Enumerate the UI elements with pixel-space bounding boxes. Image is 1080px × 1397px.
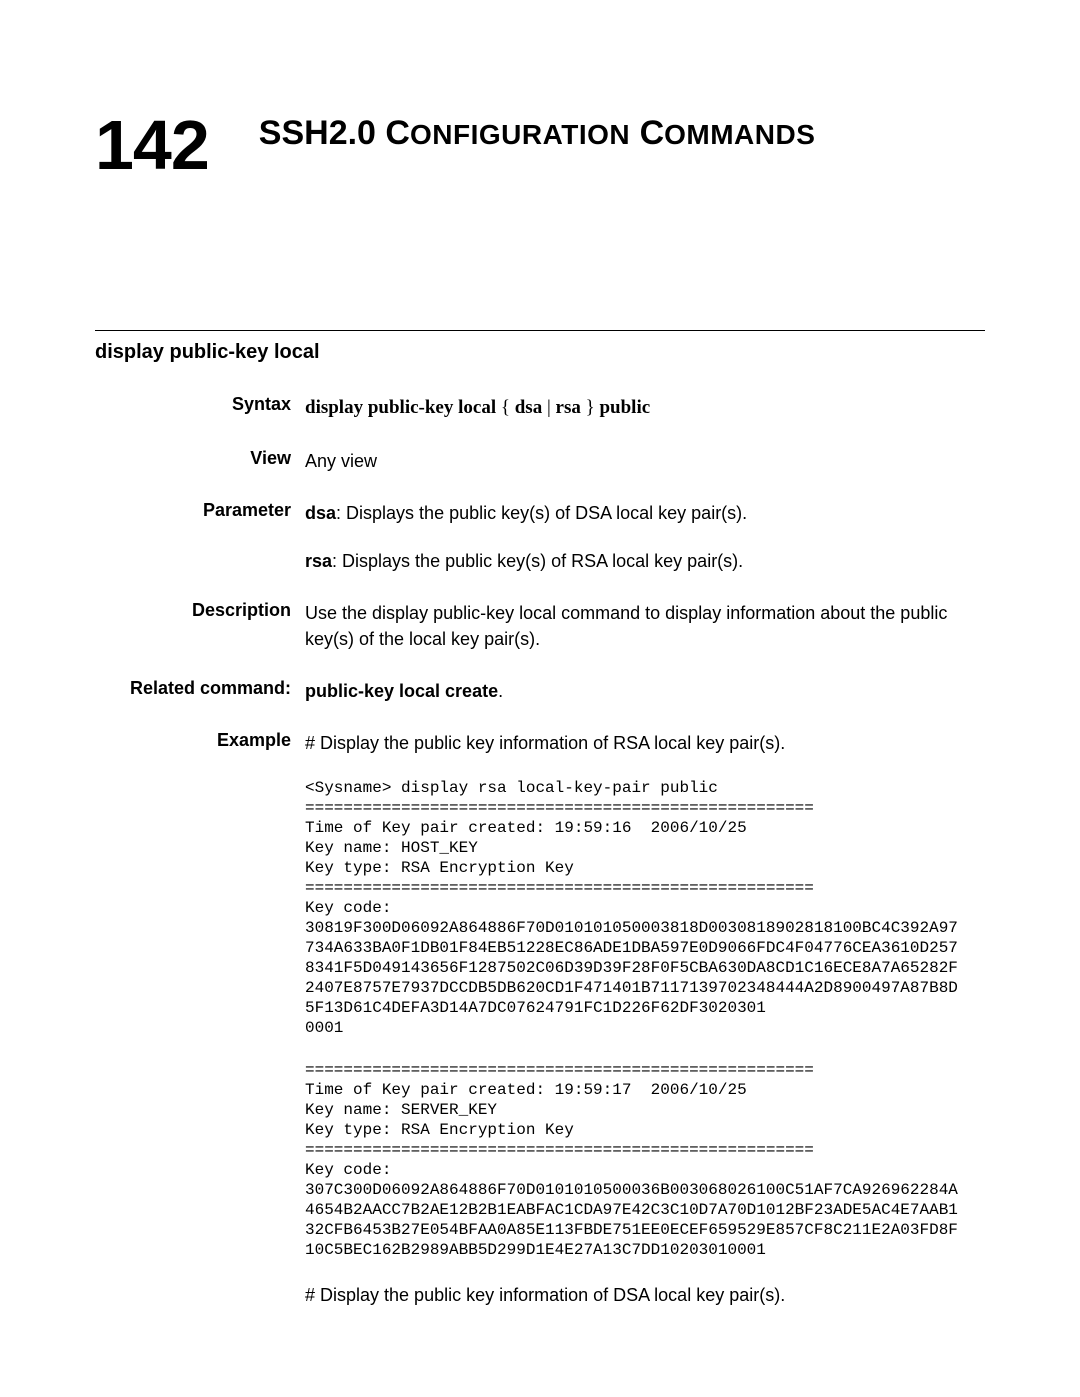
example-lead-1: # Display the public key information of … (305, 730, 985, 756)
syntax-brace-close: } (581, 397, 600, 418)
body-example: # Display the public key information of … (305, 730, 985, 1308)
param-rsa-key: rsa (305, 551, 332, 571)
param-dsa-key: dsa (305, 503, 336, 523)
label-description: Description (95, 600, 305, 652)
related-text: public-key local create (305, 681, 498, 701)
example-lead-2: # Display the public key information of … (305, 1282, 985, 1308)
section-rule (95, 330, 985, 331)
label-parameter: Parameter (95, 500, 305, 574)
syntax-command: display public-key local { dsa | rsa } p… (305, 397, 650, 418)
row-view: View Any view (95, 448, 985, 474)
label-related: Related command: (95, 678, 305, 704)
param-dsa-text: : Displays the public key(s) of DSA loca… (336, 503, 747, 523)
syntax-kw-dsa: dsa (515, 397, 542, 418)
body-syntax: display public-key local { dsa | rsa } p… (305, 394, 985, 422)
row-example: Example # Display the public key informa… (95, 730, 985, 1308)
row-syntax: Syntax display public-key local { dsa | … (95, 394, 985, 422)
chapter-number: 142 (95, 110, 209, 180)
page: 142 SSH2.0 CONFIGURATION COMMANDS displa… (0, 0, 1080, 1397)
row-related: Related command: public-key local create… (95, 678, 985, 704)
example-cli-1: <Sysname> display rsa local-key-pair pub… (305, 778, 985, 1038)
description-text: Use the display public-key local command… (305, 603, 947, 649)
syntax-kw-public: public (599, 397, 650, 418)
body-related: public-key local create. (305, 678, 985, 704)
label-syntax: Syntax (95, 394, 305, 422)
title-frag-1: SSH2.0 C (259, 114, 410, 152)
syntax-pipe: | (542, 397, 555, 418)
label-view: View (95, 448, 305, 474)
body-parameter: dsa: Displays the public key(s) of DSA l… (305, 500, 985, 574)
syntax-brace-open: { (496, 397, 515, 418)
example-cli-2: ========================================… (305, 1060, 985, 1260)
body-view: Any view (305, 448, 985, 474)
body-description: Use the display public-key local command… (305, 600, 985, 652)
related-period: . (498, 681, 503, 701)
label-example: Example (95, 730, 305, 1308)
title-frag-4: OMMANDS (664, 119, 815, 150)
parameter-rsa: rsa: Displays the public key(s) of RSA l… (305, 548, 985, 574)
syntax-kw-display: display public-key local (305, 397, 496, 418)
syntax-kw-rsa: rsa (556, 397, 581, 418)
title-frag-2: ONFIGURATION (410, 119, 630, 150)
parameter-dsa: dsa: Displays the public key(s) of DSA l… (305, 500, 985, 526)
chapter-header: 142 SSH2.0 CONFIGURATION COMMANDS (95, 110, 985, 180)
view-text: Any view (305, 451, 377, 471)
chapter-title: SSH2.0 CONFIGURATION COMMANDS (259, 114, 985, 153)
param-rsa-text: : Displays the public key(s) of RSA loca… (332, 551, 743, 571)
row-description: Description Use the display public-key l… (95, 600, 985, 652)
command-anchor: display public-key local (95, 341, 985, 364)
row-parameter: Parameter dsa: Displays the public key(s… (95, 500, 985, 574)
title-frag-3: C (630, 114, 664, 152)
